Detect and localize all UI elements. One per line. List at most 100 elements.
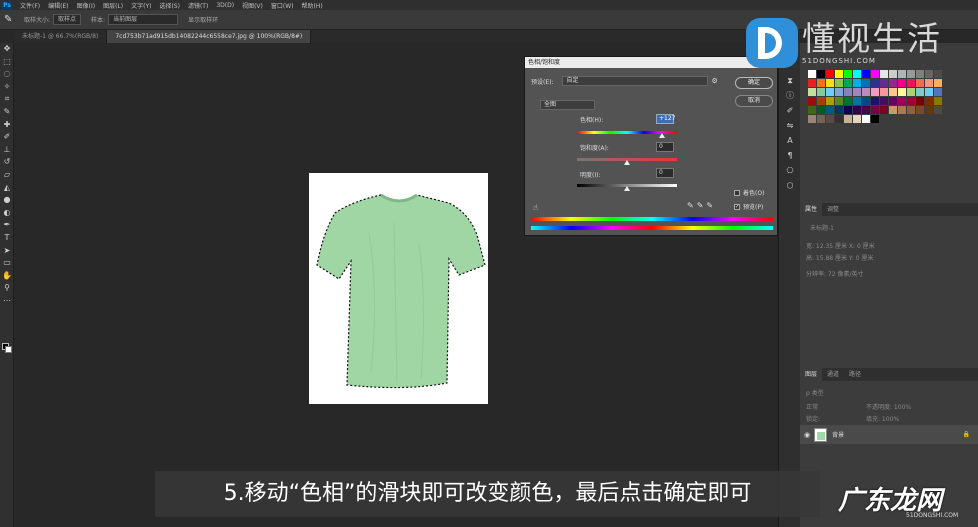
tab-channels[interactable]: 通道 [822,368,844,381]
swatch-color[interactable] [880,97,888,105]
swatch-color[interactable] [880,70,888,78]
swatch-color[interactable] [853,115,861,123]
swatch-color[interactable] [898,88,906,96]
swatch-color[interactable] [835,115,843,123]
paragraph-icon[interactable]: ¶ [779,148,801,163]
swatch-color[interactable] [817,70,825,78]
swatch-color[interactable] [898,70,906,78]
swatch-color[interactable] [808,79,816,87]
eyedropper-icons[interactable]: ✎✎✎ [687,201,716,210]
tab-shirt-image[interactable]: 7cd753b71ad915db14082244c6558ce7.jpg @ 1… [107,30,312,43]
swatch-color[interactable] [862,79,870,87]
menu-image[interactable]: 图像(I) [77,1,95,10]
gear-icon[interactable]: ⚙ [712,77,718,85]
swatch-color[interactable] [934,70,942,78]
layer-row[interactable]: ◉ 背景 🔒 [800,425,978,444]
swatch-color[interactable] [844,97,852,105]
menu-3d[interactable]: 3D(D) [216,2,234,9]
colorize-checkbox[interactable] [734,189,740,196]
swatch-color[interactable] [826,79,834,87]
opacity-field[interactable]: 不透明度: 100% [866,402,911,411]
history-icon[interactable]: ⧗ [779,73,801,88]
swatch-color[interactable] [916,70,924,78]
swatch-color[interactable] [925,70,933,78]
move-tool-icon[interactable]: ✥ [0,43,14,56]
preview-checkbox[interactable]: ✓ [734,203,740,210]
swatch-color[interactable] [862,70,870,78]
swatch-color[interactable] [844,106,852,114]
menu-layer[interactable]: 图层(L) [103,1,123,10]
range-select[interactable]: 全图 [540,100,595,110]
swatch-color[interactable] [916,88,924,96]
path-select-icon[interactable]: ➤ [0,245,14,258]
eyedropper-icon[interactable]: ✎ [4,14,16,26]
gradient-tool-icon[interactable]: ◭ [0,182,14,195]
tab-paths[interactable]: 路径 [844,368,866,381]
menu-filter[interactable]: 滤镜(T) [188,1,208,10]
menu-help[interactable]: 帮助(H) [302,1,323,10]
preset-select[interactable]: 自定 [561,76,708,86]
hand-tool-icon[interactable]: ✋ [0,270,14,283]
background-color[interactable] [5,346,12,353]
menu-edit[interactable]: 编辑(E) [48,1,68,10]
swatch-color[interactable] [808,106,816,114]
type-tool-icon[interactable]: T [0,232,14,245]
swatch-color[interactable] [844,70,852,78]
swatch-color[interactable] [835,88,843,96]
layer-kind-filter[interactable]: p 类型 [806,388,824,397]
brush-tool-icon[interactable]: ✐ [0,131,14,144]
sample-select[interactable]: 当前图层 [108,14,179,25]
swatch-color[interactable] [835,106,843,114]
cancel-button[interactable]: 取消 [735,95,773,107]
swatch-color[interactable] [916,79,924,87]
ok-button[interactable]: 确定 [735,77,773,89]
swatch-color[interactable] [853,88,861,96]
swatch-color[interactable] [862,115,870,123]
swatch-color[interactable] [853,70,861,78]
swatch-color[interactable] [934,79,942,87]
swatch-color[interactable] [808,115,816,123]
fill-field[interactable]: 填充: 100% [866,414,899,423]
swatch-color[interactable] [853,106,861,114]
rectangle-tool-icon[interactable]: ▭ [0,257,14,270]
hue-value-field[interactable]: +127 [656,114,675,124]
swatch-color[interactable] [844,79,852,87]
document-canvas[interactable] [309,173,488,404]
swatch-color[interactable] [916,106,924,114]
swatch-color[interactable] [817,88,825,96]
glyph-icon[interactable]: ⎔ [779,163,801,178]
swatch-color[interactable] [871,79,879,87]
swatch-color[interactable] [871,97,879,105]
more-tools-icon[interactable]: ⋯ [0,295,14,308]
swatch-color[interactable] [826,88,834,96]
eraser-tool-icon[interactable]: ▱ [0,169,14,182]
brush-panel-icon[interactable]: ✐ [779,103,801,118]
dodge-tool-icon[interactable]: ◐ [0,207,14,220]
preview-option[interactable]: ✓ 预览(P) [734,202,763,211]
tab-layers[interactable]: 图层 [800,368,823,381]
tab-properties[interactable]: 属性 [800,203,823,216]
swatch-color[interactable] [835,97,843,105]
saturation-slider-thumb[interactable] [624,160,630,165]
eye-icon[interactable]: ◉ [804,431,810,439]
info-icon[interactable]: ⓘ [779,88,801,103]
history-brush-icon[interactable]: ↺ [0,156,14,169]
menu-type[interactable]: 文字(Y) [131,1,151,10]
swatch-color[interactable] [880,79,888,87]
swatch-color[interactable] [898,97,906,105]
swatch-color[interactable] [808,70,816,78]
tab-adjustments[interactable]: 调整 [822,203,844,216]
swatch-color[interactable] [925,88,933,96]
swatch-color[interactable] [835,70,843,78]
swatch-color[interactable] [925,97,933,105]
blur-tool-icon[interactable]: ● [0,194,14,207]
swatch-color[interactable] [808,97,816,105]
hand-icon[interactable]: ☝ [533,203,538,212]
lasso-tool-icon[interactable]: ◌ [0,68,14,81]
swatch-color[interactable] [889,79,897,87]
swatch-color[interactable] [889,106,897,114]
swatch-color[interactable] [934,106,942,114]
swatch-color[interactable] [853,79,861,87]
swatch-color[interactable] [853,97,861,105]
sample-size-select[interactable]: 取样点 [53,14,82,25]
